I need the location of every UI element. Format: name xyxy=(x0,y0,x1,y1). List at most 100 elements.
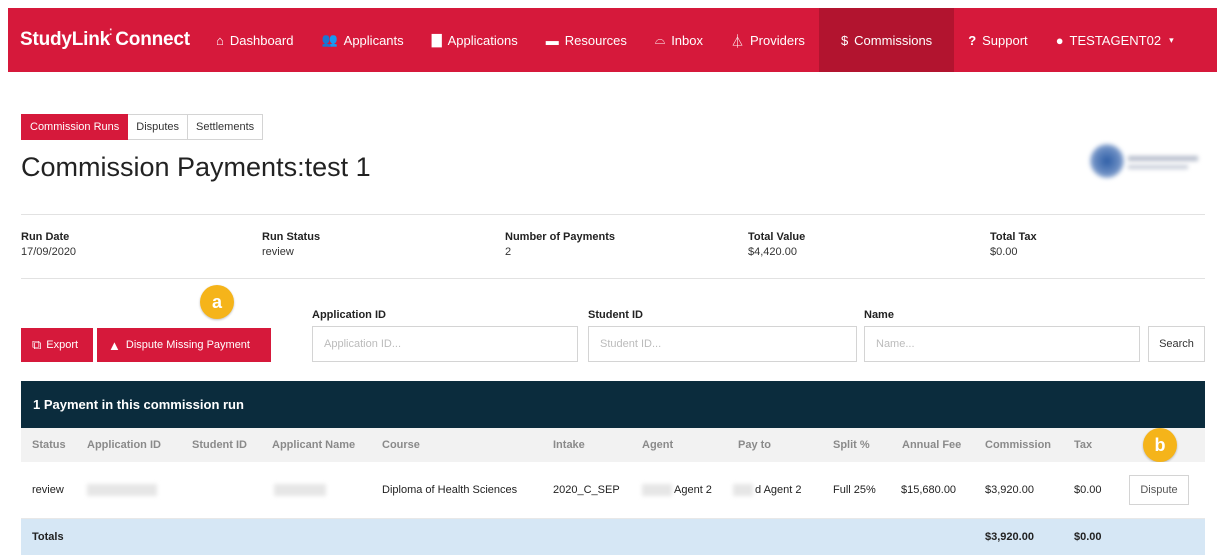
col-intake[interactable]: Intake xyxy=(553,439,585,451)
cell-pay-to-text: d Agent 2 xyxy=(755,484,802,496)
cell-split: Full 25% xyxy=(833,484,876,496)
institution-icon: ⏃ xyxy=(731,33,745,49)
divider xyxy=(21,214,1205,215)
totals-commission: $3,920.00 xyxy=(985,531,1034,543)
callout-badge-a: a xyxy=(200,285,234,319)
nav-user-label: TESTAGENT02 xyxy=(1069,32,1162,48)
summary-label: Run Status xyxy=(262,231,321,243)
summary-total-value: Total Value $4,420.00 xyxy=(748,231,805,258)
cell-agent-text: Agent 2 xyxy=(674,484,712,496)
brand-name: StudyLink xyxy=(20,29,111,50)
col-commission[interactable]: Commission xyxy=(985,439,1051,451)
warning-icon: ▲ xyxy=(108,337,121,353)
folder-icon: ▬ xyxy=(545,32,559,48)
cell-status: review xyxy=(32,484,64,496)
dollar-icon: $ xyxy=(840,32,849,48)
summary-value: 17/09/2020 xyxy=(21,246,77,258)
nav-inbox[interactable]: ⌓ Inbox xyxy=(641,8,717,72)
cell-intake: 2020_C_SEP xyxy=(553,484,620,496)
home-icon: ⌂ xyxy=(216,32,224,48)
col-annual-fee[interactable]: Annual Fee xyxy=(902,439,961,451)
nav-providers[interactable]: ⏃ Providers xyxy=(717,8,819,72)
cell-pay-to: d Agent 2 xyxy=(733,484,802,497)
col-agent[interactable]: Agent xyxy=(642,439,673,451)
table-header-row: Status Application ID Student ID Applica… xyxy=(21,428,1205,462)
dispute-button[interactable]: Dispute xyxy=(1129,475,1189,505)
nav-resources[interactable]: ▬ Resources xyxy=(532,8,641,72)
table-row[interactable]: review Diploma of Health Sciences 2020_C… xyxy=(21,462,1205,519)
nav-support[interactable]: ? Support xyxy=(954,8,1042,72)
cell-agent: Agent 2 xyxy=(642,484,712,497)
brand-dots-icon: ⁚ xyxy=(109,27,113,37)
application-id-label: Application ID xyxy=(312,309,386,321)
nav-applications-label: Applications xyxy=(447,32,518,48)
application-id-input[interactable] xyxy=(312,326,578,362)
nav-dashboard-label: Dashboard xyxy=(229,32,294,48)
summary-value: review xyxy=(262,246,294,258)
top-navbar: StudyLink ⁚ Connect ⌂ Dashboard 👥 Applic… xyxy=(8,8,1217,72)
cell-application-id-redacted xyxy=(87,484,157,497)
file-icon: ▇ xyxy=(431,32,442,47)
page-title: Commission Payments:test 1 xyxy=(21,152,371,182)
cell-student-id-redacted xyxy=(274,484,326,497)
name-label: Name xyxy=(864,309,894,321)
dispute-missing-payment-button[interactable]: ▲ Dispute Missing Payment xyxy=(97,328,271,362)
nav-applicants-label: Applicants xyxy=(343,32,404,48)
provider-logo xyxy=(1088,142,1206,182)
summary-label: Total Tax xyxy=(990,231,1037,243)
summary-run-date: Run Date 17/09/2020 xyxy=(21,231,76,258)
export-label: Export xyxy=(46,339,79,351)
divider xyxy=(21,278,1205,279)
summary-value: $0.00 xyxy=(990,246,1018,258)
summary-total-tax: Total Tax $0.00 xyxy=(990,231,1037,258)
nav-providers-label: Providers xyxy=(750,32,805,48)
summary-run-status: Run Status review xyxy=(262,231,320,258)
nav-support-label: Support xyxy=(982,32,1028,48)
callout-badge-b: b xyxy=(1143,428,1177,462)
col-split[interactable]: Split % xyxy=(833,439,870,451)
col-pay-to[interactable]: Pay to xyxy=(738,439,771,451)
col-applicant-name[interactable]: Applicant Name xyxy=(272,439,355,451)
col-course[interactable]: Course xyxy=(382,439,420,451)
tab-settlements[interactable]: Settlements xyxy=(188,114,264,140)
nav-dashboard[interactable]: ⌂ Dashboard xyxy=(202,8,307,72)
summary-label: Run Date xyxy=(21,231,70,243)
student-id-input[interactable] xyxy=(588,326,857,362)
cell-tax: $0.00 xyxy=(1074,484,1102,496)
summary-value: 2 xyxy=(505,246,512,258)
export-button[interactable]: ⧉ Export xyxy=(21,328,93,362)
question-icon: ? xyxy=(968,32,977,48)
table-title: 1 Payment in this commission run xyxy=(21,381,1205,428)
caret-down-icon: ▾ xyxy=(1169,34,1174,45)
totals-tax: $0.00 xyxy=(1074,531,1102,543)
nav-user-menu[interactable]: ● TESTAGENT02 ▾ xyxy=(1042,8,1188,72)
external-link-icon: ⧉ xyxy=(32,337,42,352)
nav-commissions[interactable]: $ Commissions xyxy=(818,8,955,72)
search-button[interactable]: Search xyxy=(1148,326,1205,362)
tab-disputes[interactable]: Disputes xyxy=(128,114,189,140)
nav-commissions-label: Commissions xyxy=(854,32,933,48)
commission-tabs: Commission Runs Disputes Settlements xyxy=(21,114,264,140)
totals-row: Totals $3,920.00 $0.00 xyxy=(21,519,1205,555)
users-icon: 👥 xyxy=(321,32,338,47)
col-tax[interactable]: Tax xyxy=(1074,439,1092,451)
nav-inbox-label: Inbox xyxy=(671,32,703,48)
summary-number-of-payments: Number of Payments 2 xyxy=(505,231,615,258)
col-status[interactable]: Status xyxy=(32,439,66,451)
tab-commission-runs[interactable]: Commission Runs xyxy=(21,114,129,140)
nav-applications[interactable]: ▇ Applications xyxy=(418,8,532,72)
summary-value: $4,420.00 xyxy=(748,246,797,258)
cell-course: Diploma of Health Sciences xyxy=(382,484,518,496)
dispute-missing-label: Dispute Missing Payment xyxy=(125,339,250,351)
cell-commission: $3,920.00 xyxy=(985,484,1034,496)
nav-applicants[interactable]: 👥 Applicants xyxy=(307,8,417,72)
nav-resources-label: Resources xyxy=(564,32,627,48)
totals-label: Totals xyxy=(32,531,64,543)
col-student-id[interactable]: Student ID xyxy=(192,439,247,451)
cell-annual-fee: $15,680.00 xyxy=(901,484,957,496)
student-id-label: Student ID xyxy=(588,309,643,321)
col-application-id[interactable]: Application ID xyxy=(87,439,161,451)
name-input[interactable] xyxy=(864,326,1140,362)
summary-label: Number of Payments xyxy=(505,231,616,243)
brand-logo[interactable]: StudyLink ⁚ Connect xyxy=(20,27,202,51)
